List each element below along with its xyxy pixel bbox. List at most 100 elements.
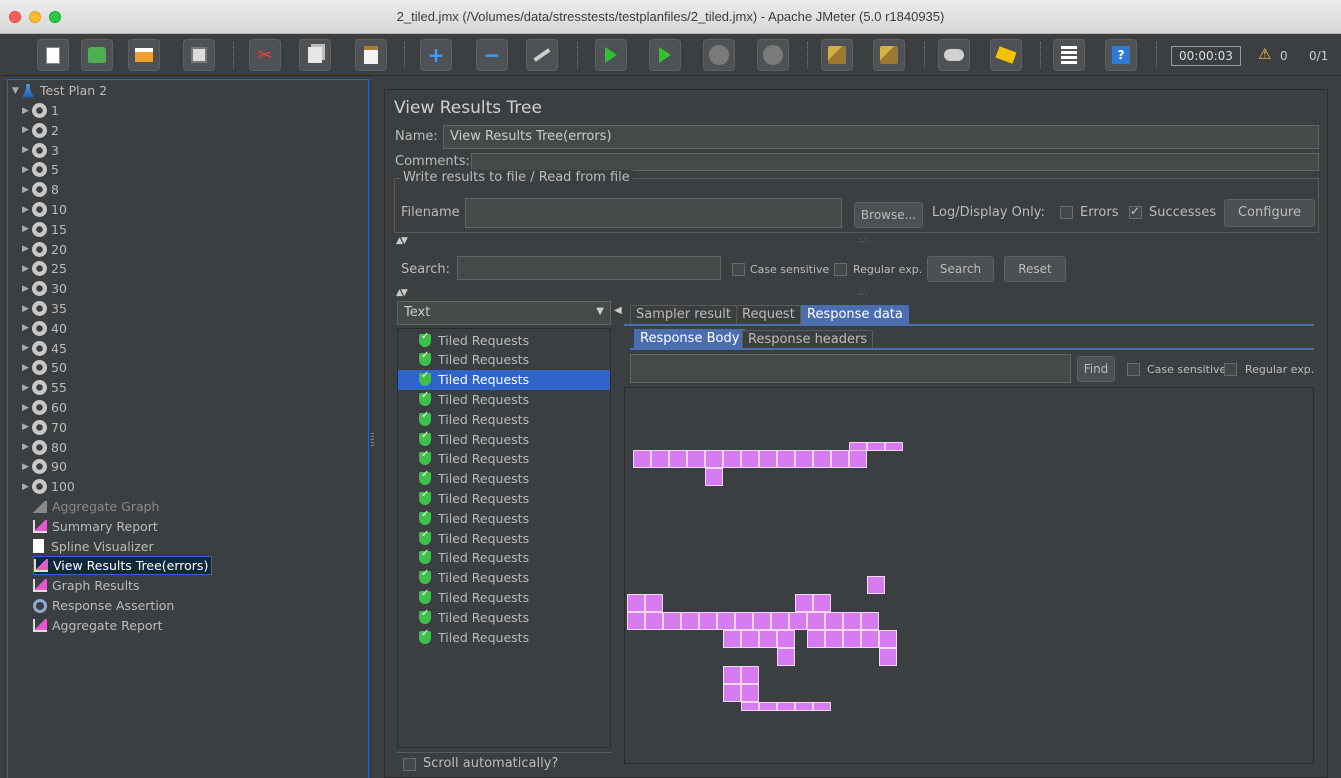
- tree-node-thread-group[interactable]: ▶ 30: [22, 279, 67, 298]
- tree-node-thread-group[interactable]: ▶ 20: [22, 240, 67, 259]
- result-list-item[interactable]: Tiled Requests: [398, 488, 610, 508]
- toggle-button[interactable]: [526, 39, 558, 71]
- reset-search-button[interactable]: [990, 39, 1022, 71]
- tree-node-thread-group[interactable]: ▶ 2: [22, 121, 59, 140]
- expand-arrow-icon[interactable]: ▶: [22, 145, 32, 155]
- result-list-item[interactable]: Tiled Requests: [398, 528, 610, 548]
- tree-node-thread-group[interactable]: ▶ 90: [22, 457, 67, 476]
- search-button[interactable]: Search: [927, 256, 994, 282]
- new-button[interactable]: [37, 39, 69, 71]
- collapse-arrow-icon[interactable]: ▼: [12, 86, 22, 96]
- tree-node-thread-group[interactable]: ▶ 10: [22, 200, 67, 219]
- tab-response-data[interactable]: Response data: [801, 305, 909, 325]
- tree-node-listener[interactable]: View Results Tree(errors): [33, 556, 213, 576]
- expand-arrow-icon[interactable]: ▶: [22, 185, 32, 195]
- browse-button[interactable]: Browse...: [854, 202, 923, 228]
- split-arrows-icon-2[interactable]: ▲▼: [396, 288, 408, 298]
- tree-node-thread-group[interactable]: ▶ 5: [22, 160, 59, 179]
- tree-node-thread-group[interactable]: ▶ 15: [22, 220, 67, 239]
- start-button[interactable]: [595, 39, 627, 71]
- tree-node-listener[interactable]: Aggregate Graph: [33, 497, 159, 516]
- cut-button[interactable]: ✂: [249, 39, 281, 71]
- tree-node-thread-group[interactable]: ▶ 100: [22, 477, 75, 496]
- find-input[interactable]: [630, 354, 1071, 383]
- tree-node-test-plan[interactable]: ▼ Test Plan 2: [12, 81, 107, 100]
- result-list-item[interactable]: Tiled Requests: [398, 587, 610, 607]
- tree-node-thread-group[interactable]: ▶ 55: [22, 378, 67, 397]
- result-list-item[interactable]: Tiled Requests: [398, 409, 610, 429]
- tree-node-thread-group[interactable]: ▶ 45: [22, 339, 67, 358]
- divider-grip-2[interactable]: ∴∴: [858, 289, 867, 297]
- expand-arrow-icon[interactable]: ▶: [22, 403, 32, 413]
- tab-request[interactable]: Request: [736, 305, 801, 325]
- result-list-item[interactable]: Tiled Requests: [398, 330, 610, 350]
- tree-node-thread-group[interactable]: ▶ 70: [22, 418, 67, 437]
- result-list-item[interactable]: Tiled Requests: [398, 369, 610, 390]
- splitter-handle[interactable]: [371, 433, 374, 447]
- divider-grip[interactable]: ∴∴: [858, 237, 867, 245]
- expand-arrow-icon[interactable]: ▶: [22, 244, 32, 254]
- result-list-item[interactable]: Tiled Requests: [398, 548, 610, 568]
- expand-arrow-icon[interactable]: ▶: [22, 323, 32, 333]
- expand-arrow-icon[interactable]: ▶: [22, 304, 32, 314]
- tree-node-thread-group[interactable]: ▶ 60: [22, 398, 67, 417]
- split-arrows-icon[interactable]: ▲▼: [396, 236, 408, 246]
- scroll-auto-option[interactable]: Scroll automatically?: [397, 752, 611, 774]
- tab-response-headers[interactable]: Response headers: [742, 330, 874, 350]
- expand-arrow-icon[interactable]: ▶: [22, 462, 32, 472]
- result-list-item[interactable]: Tiled Requests: [398, 568, 610, 588]
- open-button[interactable]: [128, 39, 160, 71]
- tree-node-thread-group[interactable]: ▶ 50: [22, 358, 67, 377]
- result-list-item[interactable]: Tiled Requests: [398, 429, 610, 449]
- tab-sampler-result[interactable]: Sampler result: [630, 305, 737, 325]
- scroll-auto-checkbox[interactable]: [403, 758, 416, 771]
- warning-icon[interactable]: ⚠: [1258, 45, 1271, 63]
- find-button[interactable]: Find: [1077, 356, 1115, 382]
- regex-checkbox[interactable]: [834, 263, 847, 276]
- save-button[interactable]: [183, 39, 215, 71]
- tree-node-thread-group[interactable]: ▶ 3: [22, 141, 59, 160]
- tree-node-thread-group[interactable]: ▶ 35: [22, 299, 67, 318]
- result-list-item[interactable]: Tiled Requests: [398, 449, 610, 469]
- successes-checkbox[interactable]: [1129, 204, 1142, 219]
- tree-node-thread-group[interactable]: ▶ 8: [22, 180, 59, 199]
- response-body-area[interactable]: [624, 387, 1314, 764]
- result-list-item[interactable]: Tiled Requests: [398, 607, 610, 627]
- find-case-sensitive-checkbox[interactable]: [1127, 363, 1140, 376]
- clear-all-button[interactable]: [873, 39, 905, 71]
- errors-checkbox[interactable]: [1060, 206, 1073, 219]
- expand-arrow-icon[interactable]: ▶: [22, 422, 32, 432]
- expand-arrow-icon[interactable]: ▶: [22, 205, 32, 215]
- result-list-item[interactable]: Tiled Requests: [398, 469, 610, 489]
- filename-input[interactable]: [465, 198, 842, 228]
- templates-button[interactable]: [81, 39, 113, 71]
- tree-node-thread-group[interactable]: ▶ 1: [22, 101, 59, 120]
- function-helper-button[interactable]: [1053, 39, 1085, 71]
- name-field[interactable]: View Results Tree(errors): [443, 125, 1319, 149]
- start-no-pauses-button[interactable]: [649, 39, 681, 71]
- configure-button[interactable]: Configure: [1224, 199, 1315, 227]
- expand-all-button[interactable]: +: [420, 39, 452, 71]
- find-regex-checkbox[interactable]: [1224, 363, 1237, 376]
- search-button[interactable]: [938, 39, 970, 71]
- tree-node-listener[interactable]: Graph Results: [33, 576, 139, 595]
- expand-arrow-icon[interactable]: ▶: [22, 224, 32, 234]
- expand-arrow-icon[interactable]: ▶: [22, 125, 32, 135]
- tree-node-listener[interactable]: Response Assertion: [33, 596, 174, 615]
- result-list-item[interactable]: Tiled Requests: [398, 350, 610, 370]
- expand-arrow-icon[interactable]: ▶: [22, 264, 32, 274]
- tree-node-listener[interactable]: Spline Visualizer: [33, 537, 154, 556]
- sample-result-list[interactable]: Tiled Requests Tiled Requests Tiled Reques…: [397, 328, 611, 748]
- expand-arrow-icon[interactable]: ▶: [22, 106, 32, 116]
- tab-response-body[interactable]: Response Body: [634, 329, 746, 349]
- tree-node-thread-group[interactable]: ▶ 25: [22, 259, 67, 278]
- comments-field[interactable]: [471, 153, 1319, 171]
- expand-arrow-icon[interactable]: ▶: [22, 165, 32, 175]
- expand-arrow-icon[interactable]: ▶: [22, 343, 32, 353]
- test-plan-tree[interactable]: ▼ Test Plan 2 ▶ 1 ▶ 2 ▶ 3 ▶ 5 ▶ 8 ▶ 10 ▶ 15 ▶ 20 ▶ 25 ▶ 30 ▶…: [7, 79, 369, 778]
- expand-arrow-icon[interactable]: ▶: [22, 383, 32, 393]
- clear-button[interactable]: [821, 39, 853, 71]
- tree-node-listener[interactable]: Summary Report: [33, 517, 158, 536]
- result-list-item[interactable]: Tiled Requests: [398, 627, 610, 647]
- search-input[interactable]: [457, 256, 721, 280]
